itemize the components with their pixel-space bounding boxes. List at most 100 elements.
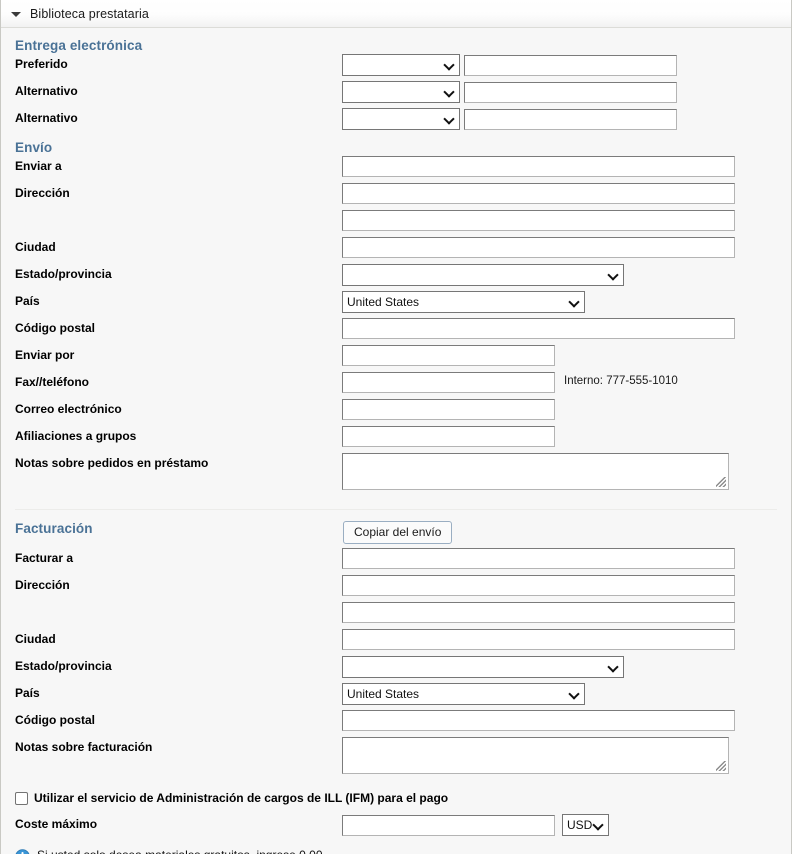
label-ship-address-2 — [1, 210, 342, 213]
field-ship-state — [342, 264, 791, 286]
label-alternate-1: Alternativo — [15, 84, 78, 98]
section-divider — [15, 509, 777, 510]
row-bill-country: País United States — [1, 683, 791, 710]
row-ifm-checkbox: Utilizar el servicio de Administración d… — [1, 787, 791, 809]
ship-send-by-input[interactable] — [342, 345, 555, 366]
ship-city-input[interactable] — [342, 237, 735, 258]
field-ship-address-2 — [342, 210, 791, 231]
chevron-down-icon — [609, 270, 618, 279]
row-ship-state: Estado/provincia — [1, 264, 791, 291]
group-affiliations-input[interactable] — [342, 426, 555, 447]
ifm-payment-checkbox[interactable] — [15, 791, 28, 805]
label-bill-postal: Código postal — [15, 713, 95, 727]
preferred-delivery-address-input[interactable] — [464, 54, 677, 76]
section-heading-billing: Facturación — [15, 521, 93, 536]
row-ship-send-by: Enviar por — [1, 345, 791, 372]
field-send-by — [342, 345, 791, 366]
ship-state-select[interactable] — [342, 264, 624, 286]
row-ship-postal: Código postal — [1, 318, 791, 345]
row-bill-address-2 — [1, 602, 791, 629]
loan-request-notes-textarea[interactable] — [342, 453, 729, 490]
ship-address-line1-input[interactable] — [342, 183, 735, 204]
field-loan-notes — [342, 453, 791, 490]
preferred-delivery-method-select[interactable] — [342, 54, 460, 76]
info-note-text: Si usted solo desea materiales gratuitos… — [37, 848, 483, 854]
field-copy-from-shipping: Copiar del envío — [342, 521, 791, 544]
alternate-1-delivery-address-input[interactable] — [464, 81, 677, 103]
row-fax-phone: Fax//teléfono Interno: 777-555-1010 — [1, 372, 791, 399]
alternate-2-delivery-method-select[interactable] — [342, 108, 460, 130]
extension-note: Interno: 777-555-1010 — [564, 375, 678, 387]
max-cost-currency-select[interactable]: USD — [562, 814, 609, 836]
ship-postal-code-input[interactable] — [342, 318, 735, 339]
chevron-down-icon — [445, 114, 454, 123]
bill-country-value: United States — [347, 687, 420, 701]
bill-country-select[interactable]: United States — [342, 683, 585, 705]
field-ship-country: United States — [342, 291, 791, 313]
ship-email-input[interactable] — [342, 399, 555, 420]
label-ship-state: Estado/provincia — [15, 267, 112, 281]
label-bill-city: Ciudad — [15, 632, 56, 646]
label-bill-address-2 — [1, 602, 342, 605]
field-preferred — [342, 54, 791, 76]
label-bill-state: Estado/provincia — [15, 659, 112, 673]
row-bill-city: Ciudad — [1, 629, 791, 656]
label-send-to: Enviar a — [15, 159, 62, 173]
row-ship-address-2 — [1, 210, 791, 237]
field-alternate-2 — [342, 108, 791, 130]
chevron-down-icon — [609, 662, 618, 671]
borrowing-library-panel: Biblioteca prestataria Entrega electróni… — [0, 0, 792, 854]
bill-address-line1-input[interactable] — [342, 575, 735, 596]
label-loan-notes: Notas sobre pedidos en préstamo — [15, 456, 209, 470]
field-ship-address — [342, 183, 791, 204]
field-bill-state — [342, 656, 791, 678]
field-ship-city — [342, 237, 791, 258]
row-billing-heading: Facturación Copiar del envío — [1, 521, 791, 548]
ship-send-to-input[interactable] — [342, 156, 735, 177]
label-ship-country: País — [15, 294, 40, 308]
label-group-affiliations: Afiliaciones a grupos — [15, 429, 137, 443]
form-content: Entrega electrónica Preferido Alternativ… — [1, 28, 791, 854]
row-loan-notes: Notas sobre pedidos en préstamo — [1, 453, 791, 497]
ship-fax-phone-input[interactable] — [342, 372, 555, 393]
chevron-down-icon — [570, 689, 579, 698]
field-fax-phone: Interno: 777-555-1010 — [342, 372, 791, 393]
field-max-cost: USD — [342, 814, 791, 836]
section-heading-shipping: Envío — [15, 140, 53, 155]
info-note-line-1: Si usted solo desea materiales gratuitos… — [37, 848, 483, 854]
row-billing-notes: Notas sobre facturación — [1, 737, 791, 781]
field-ship-postal — [342, 318, 791, 339]
max-cost-input[interactable] — [342, 814, 555, 836]
chevron-down-icon — [570, 297, 579, 306]
field-bill-city — [342, 629, 791, 650]
chevron-down-icon[interactable] — [11, 11, 21, 17]
accordion-header-borrowing-library[interactable]: Biblioteca prestataria — [1, 0, 791, 28]
ship-country-select[interactable]: United States — [342, 291, 585, 313]
alternate-1-delivery-method-select[interactable] — [342, 81, 460, 103]
bill-state-select[interactable] — [342, 656, 624, 678]
label-alternate-2: Alternativo — [15, 111, 78, 125]
row-bill-address: Dirección — [1, 575, 791, 602]
row-ship-send-to: Enviar a — [1, 156, 791, 183]
bill-address-line2-input[interactable] — [342, 602, 735, 623]
field-bill-address-2 — [342, 602, 791, 623]
alternate-2-delivery-address-input[interactable] — [464, 108, 677, 130]
bill-to-input[interactable] — [342, 548, 735, 569]
chevron-down-icon — [445, 87, 454, 96]
bill-city-input[interactable] — [342, 629, 735, 650]
field-alternate-1 — [342, 81, 791, 103]
row-preferred-delivery: Preferido — [1, 54, 791, 81]
ifm-payment-label[interactable]: Utilizar el servicio de Administración d… — [34, 791, 448, 805]
billing-notes-textarea[interactable] — [342, 737, 729, 774]
max-cost-currency-value: USD — [567, 818, 593, 832]
row-ship-email: Correo electrónico — [1, 399, 791, 426]
row-bill-state: Estado/provincia — [1, 656, 791, 683]
row-alternate-delivery-1: Alternativo — [1, 81, 791, 108]
copy-from-shipping-button[interactable]: Copiar del envío — [343, 521, 453, 544]
label-billing-notes: Notas sobre facturación — [15, 740, 153, 754]
max-cost-info-note: Si usted solo desea materiales gratuitos… — [1, 848, 791, 854]
ship-country-value: United States — [347, 295, 420, 309]
bill-postal-code-input[interactable] — [342, 710, 735, 731]
ship-address-line2-input[interactable] — [342, 210, 735, 231]
row-max-cost: Coste máximo USD — [1, 814, 791, 841]
